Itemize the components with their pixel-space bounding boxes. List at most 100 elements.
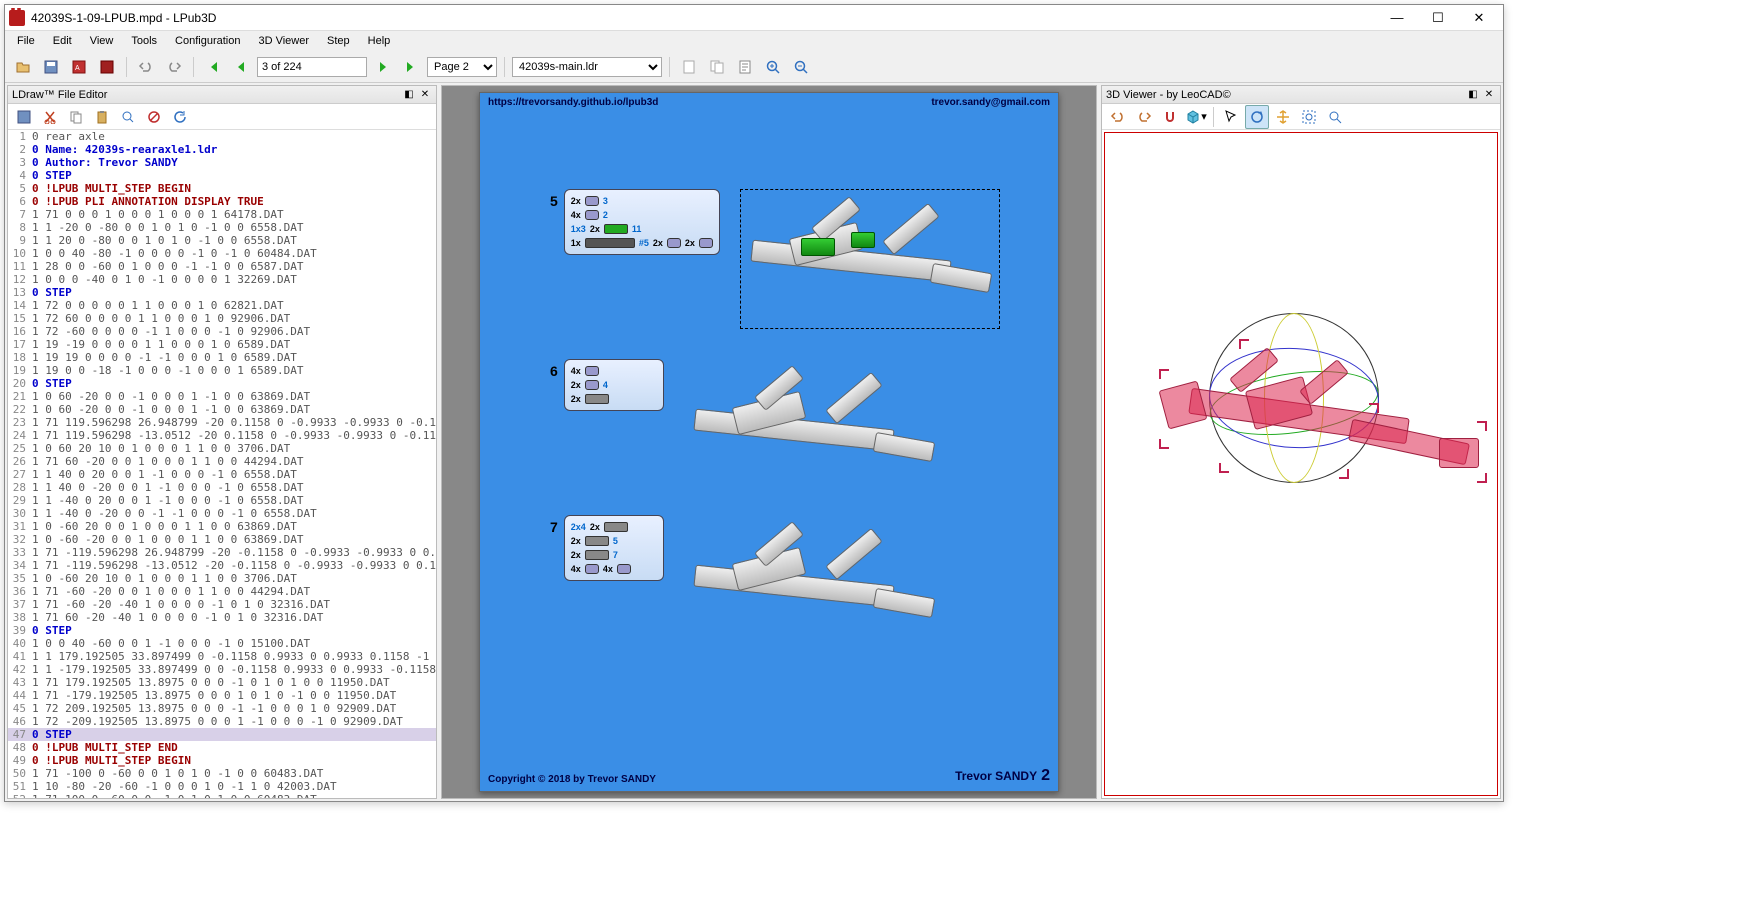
editor-line[interactable]: 411 1 179.192505 33.897499 0 -0.1158 0.9… bbox=[8, 650, 436, 663]
editor-line[interactable]: 121 0 0 0 -40 0 1 0 -1 0 0 0 0 1 32269.D… bbox=[8, 273, 436, 286]
doc-dup-button[interactable] bbox=[705, 55, 729, 79]
editor-line[interactable]: 431 71 179.192505 13.8975 0 0 0 -1 0 1 0… bbox=[8, 676, 436, 689]
menu-configuration[interactable]: Configuration bbox=[167, 33, 248, 49]
editor-line[interactable]: 241 71 119.596298 -13.0512 -20 0.1158 0 … bbox=[8, 429, 436, 442]
editor-line[interactable]: 341 71 -119.596298 -13.0512 -20 -0.1158 … bbox=[8, 559, 436, 572]
editor-line[interactable]: 291 1 -40 0 20 0 0 1 -1 0 0 0 -1 0 6558.… bbox=[8, 494, 436, 507]
page-select[interactable]: Page 2 bbox=[427, 57, 497, 77]
editor-line[interactable]: 281 1 40 0 -20 0 0 1 -1 0 0 0 -1 0 6558.… bbox=[8, 481, 436, 494]
editor-line[interactable]: 221 0 60 -20 0 0 -1 0 0 0 1 -1 0 0 63869… bbox=[8, 403, 436, 416]
page-preview-pane[interactable]: https://trevorsandy.github.io/lpub3d tre… bbox=[441, 85, 1097, 799]
redo-button[interactable] bbox=[162, 55, 186, 79]
editor-line[interactable]: 130 STEP bbox=[8, 286, 436, 299]
editor-copy-button[interactable] bbox=[64, 105, 88, 129]
editor-line[interactable]: 111 28 0 0 -60 0 1 0 0 0 -1 -1 0 0 6587.… bbox=[8, 260, 436, 273]
assembly-image[interactable] bbox=[740, 189, 1000, 329]
editor-line[interactable]: 301 1 -40 0 -20 0 0 -1 -1 0 0 0 -1 0 655… bbox=[8, 507, 436, 520]
menu-edit[interactable]: Edit bbox=[45, 33, 80, 49]
viewer-zoom-region-button[interactable] bbox=[1297, 105, 1321, 129]
editor-line[interactable]: 271 1 40 0 20 0 0 1 -1 0 0 0 -1 0 6558.D… bbox=[8, 468, 436, 481]
editor-undock-button[interactable]: ◧ bbox=[402, 88, 416, 102]
viewer-close-button[interactable]: ✕ bbox=[1482, 88, 1496, 102]
menu-file[interactable]: File bbox=[9, 33, 43, 49]
editor-line[interactable]: 10 rear axle bbox=[8, 130, 436, 143]
editor-line[interactable]: 50 !LPUB MULTI_STEP BEGIN bbox=[8, 182, 436, 195]
editor-line[interactable]: 461 72 -209.192505 13.8975 0 0 0 1 -1 0 … bbox=[8, 715, 436, 728]
editor-close-button[interactable]: ✕ bbox=[418, 88, 432, 102]
undo-button[interactable] bbox=[134, 55, 158, 79]
editor-line[interactable]: 311 0 -60 20 0 0 1 0 0 0 1 1 0 0 63869.D… bbox=[8, 520, 436, 533]
editor-line[interactable]: 390 STEP bbox=[8, 624, 436, 637]
prev-page-button[interactable] bbox=[229, 55, 253, 79]
editor-line[interactable]: 480 !LPUB MULTI_STEP END bbox=[8, 741, 436, 754]
maximize-button[interactable]: ☐ bbox=[1418, 6, 1458, 30]
viewer-pan-button[interactable] bbox=[1271, 105, 1295, 129]
viewer-snap-button[interactable] bbox=[1158, 105, 1182, 129]
editor-line[interactable]: 91 1 20 0 -80 0 0 1 0 1 0 -1 0 0 6558.DA… bbox=[8, 234, 436, 247]
doc-open-button[interactable] bbox=[733, 55, 757, 79]
doc-new-button[interactable] bbox=[677, 55, 701, 79]
editor-line[interactable]: 351 0 -60 20 10 0 1 0 0 0 1 1 0 0 3706.D… bbox=[8, 572, 436, 585]
editor-line[interactable]: 521 71 100 0 -60 0 0 -1 0 1 0 1 0 0 6048… bbox=[8, 793, 436, 798]
editor-line[interactable]: 251 0 60 20 10 0 1 0 0 0 1 1 0 0 3706.DA… bbox=[8, 442, 436, 455]
assembly-image[interactable] bbox=[684, 359, 944, 499]
last-page-button[interactable] bbox=[399, 55, 423, 79]
editor-line[interactable]: 231 71 119.596298 26.948799 -20 0.1158 0… bbox=[8, 416, 436, 429]
viewer-undo-button[interactable] bbox=[1106, 105, 1130, 129]
first-page-button[interactable] bbox=[201, 55, 225, 79]
editor-line[interactable]: 401 0 0 40 -60 0 0 1 -1 0 0 0 -1 0 15100… bbox=[8, 637, 436, 650]
viewer-cube-button[interactable]: ▾ bbox=[1184, 105, 1208, 129]
viewer-undock-button[interactable]: ◧ bbox=[1466, 88, 1480, 102]
close-button[interactable]: ✕ bbox=[1459, 6, 1499, 30]
editor-line[interactable]: 490 !LPUB MULTI_STEP BEGIN bbox=[8, 754, 436, 767]
editor-line[interactable]: 191 19 0 0 -18 -1 0 0 0 -1 0 0 0 1 6589.… bbox=[8, 364, 436, 377]
editor-paste-button[interactable] bbox=[90, 105, 114, 129]
editor-line[interactable]: 30 Author: Trevor SANDY bbox=[8, 156, 436, 169]
editor-line[interactable]: 151 72 60 0 0 0 0 1 1 0 0 0 1 0 92906.DA… bbox=[8, 312, 436, 325]
editor-line[interactable]: 60 !LPUB PLI ANNOTATION DISPLAY TRUE bbox=[8, 195, 436, 208]
editor-line[interactable]: 501 71 -100 0 -60 0 0 1 0 1 0 -1 0 0 604… bbox=[8, 767, 436, 780]
editor-line[interactable]: 511 10 -80 -20 -60 -1 0 0 0 1 0 -1 1 0 4… bbox=[8, 780, 436, 793]
next-page-button[interactable] bbox=[371, 55, 395, 79]
editor-line[interactable]: 441 71 -179.192505 13.8975 0 0 0 1 0 1 0… bbox=[8, 689, 436, 702]
editor-line[interactable]: 181 19 19 0 0 0 0 -1 -1 0 0 0 1 0 6589.D… bbox=[8, 351, 436, 364]
viewer-select-button[interactable] bbox=[1219, 105, 1243, 129]
editor-line[interactable]: 211 0 60 -20 0 0 -1 0 0 0 1 -1 0 0 63869… bbox=[8, 390, 436, 403]
editor-line[interactable]: 101 0 0 40 -80 -1 0 0 0 0 -1 0 -1 0 6048… bbox=[8, 247, 436, 260]
editor-disable-button[interactable] bbox=[142, 105, 166, 129]
menu-tools[interactable]: Tools bbox=[123, 33, 165, 49]
editor-line[interactable]: 141 72 0 0 0 0 0 1 1 0 0 0 1 0 62821.DAT bbox=[8, 299, 436, 312]
editor-line[interactable]: 81 1 -20 0 -80 0 0 1 0 1 0 -1 0 0 6558.D… bbox=[8, 221, 436, 234]
page-of-input[interactable] bbox=[257, 57, 367, 77]
editor-line[interactable]: 421 1 -179.192505 33.897499 0 0 -0.1158 … bbox=[8, 663, 436, 676]
editor-line[interactable]: 470 STEP bbox=[8, 728, 436, 741]
editor-refresh-button[interactable] bbox=[168, 105, 192, 129]
editor-line[interactable]: 171 19 -19 0 0 0 0 1 1 0 0 0 1 0 6589.DA… bbox=[8, 338, 436, 351]
menu-3d-viewer[interactable]: 3D Viewer bbox=[250, 33, 317, 49]
viewer-rotate-button[interactable] bbox=[1245, 105, 1269, 129]
assembly-image[interactable] bbox=[684, 515, 944, 655]
viewer-zoom-fit-button[interactable] bbox=[1323, 105, 1347, 129]
editor-line[interactable]: 371 71 -60 -20 -40 1 0 0 0 0 -1 0 1 0 32… bbox=[8, 598, 436, 611]
editor-line[interactable]: 200 STEP bbox=[8, 377, 436, 390]
editor-line[interactable]: 261 71 60 -20 0 0 1 0 0 0 1 1 0 0 44294.… bbox=[8, 455, 436, 468]
save-button[interactable] bbox=[39, 55, 63, 79]
editor-line[interactable]: 321 0 -60 -20 0 0 1 0 0 0 1 1 0 0 63869.… bbox=[8, 533, 436, 546]
viewer-redo-button[interactable] bbox=[1132, 105, 1156, 129]
zoom-in-button[interactable] bbox=[761, 55, 785, 79]
editor-save-button[interactable] bbox=[12, 105, 36, 129]
editor-line[interactable]: 361 71 -60 -20 0 0 1 0 0 0 1 1 0 0 44294… bbox=[8, 585, 436, 598]
pdf-preview-button[interactable]: A bbox=[67, 55, 91, 79]
editor-line[interactable]: 381 71 60 -20 -40 1 0 0 0 0 -1 0 1 0 323… bbox=[8, 611, 436, 624]
open-file-button[interactable] bbox=[11, 55, 35, 79]
editor-line[interactable]: 161 72 -60 0 0 0 0 -1 1 0 0 0 -1 0 92906… bbox=[8, 325, 436, 338]
editor-line[interactable]: 451 72 209.192505 13.8975 0 0 0 -1 -1 0 … bbox=[8, 702, 436, 715]
menu-view[interactable]: View bbox=[82, 33, 122, 49]
editor-line[interactable]: 331 71 -119.596298 26.948799 -20 -0.1158… bbox=[8, 546, 436, 559]
minimize-button[interactable]: — bbox=[1377, 6, 1417, 30]
submodel-select[interactable]: 42039s-main.ldr bbox=[512, 57, 662, 77]
editor-find-button[interactable] bbox=[116, 105, 140, 129]
viewer-canvas[interactable] bbox=[1104, 132, 1498, 796]
editor-line[interactable]: 20 Name: 42039s-rearaxle1.ldr bbox=[8, 143, 436, 156]
menu-help[interactable]: Help bbox=[360, 33, 399, 49]
